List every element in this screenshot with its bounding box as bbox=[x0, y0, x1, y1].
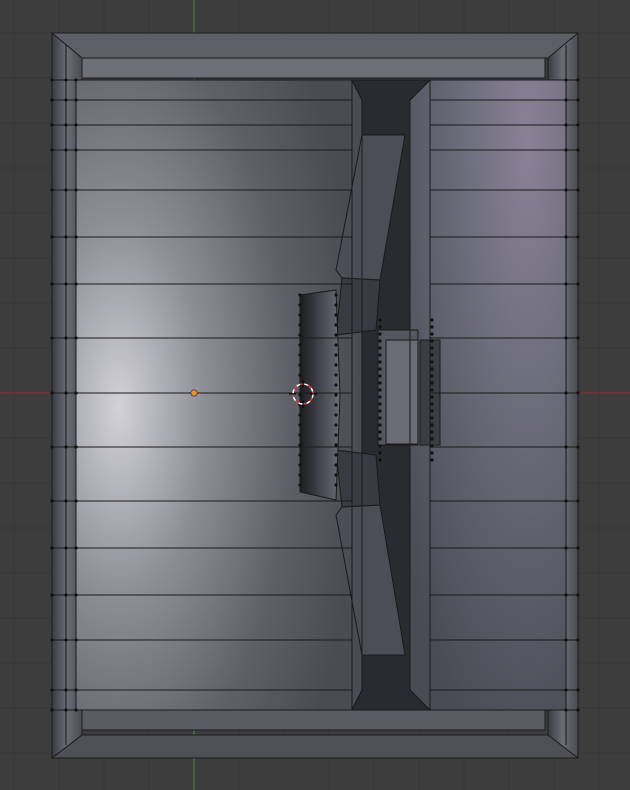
mesh-cone-upper-inner bbox=[335, 277, 381, 336]
object-origin-icon[interactable] bbox=[190, 389, 198, 397]
mesh-object[interactable] bbox=[51, 31, 579, 760]
mesh-magnet bbox=[385, 339, 419, 445]
3d-viewport[interactable] bbox=[0, 0, 630, 790]
mesh-cone-lower-inner bbox=[335, 449, 381, 508]
mesh-bottom-strip bbox=[79, 709, 546, 731]
viewport-canvas[interactable] bbox=[0, 0, 630, 790]
mesh-dust-cap bbox=[299, 289, 341, 501]
mesh-frame-top bbox=[51, 32, 579, 59]
mesh-frame-bottom bbox=[51, 734, 579, 759]
mesh-top-strip bbox=[79, 57, 546, 79]
